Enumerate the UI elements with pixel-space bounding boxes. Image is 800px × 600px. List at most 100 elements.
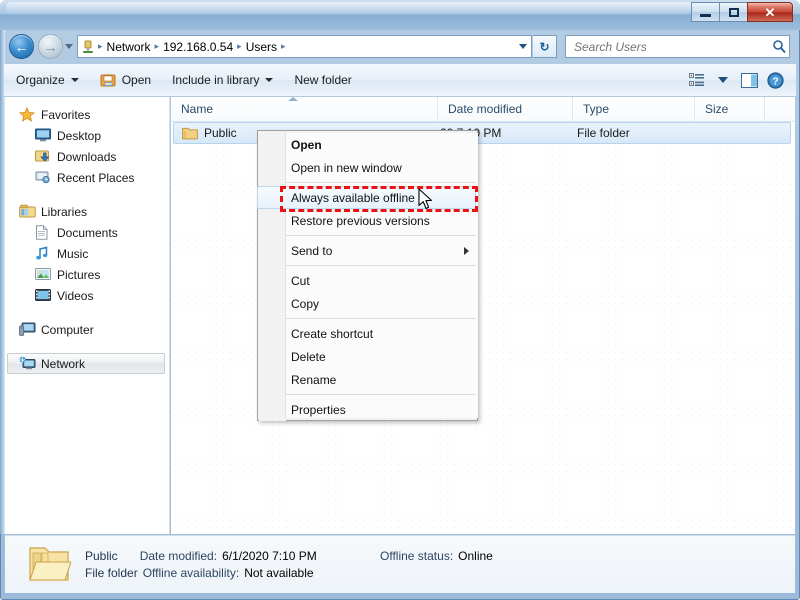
title-gloss	[6, 2, 794, 14]
preview-pane-icon[interactable]	[736, 69, 762, 91]
status-bar: Public Date modified: 6/1/2020 7:10 PM F…	[5, 535, 795, 593]
sidebar-item-recent-places[interactable]: Recent Places	[5, 167, 169, 188]
sidebar-group-libraries[interactable]: Libraries	[5, 201, 169, 222]
downloads-icon	[35, 149, 52, 165]
refresh-button[interactable]: ↻	[533, 35, 557, 58]
menu-item-copy[interactable]: Copy	[286, 292, 478, 315]
context-menu[interactable]: Open Open in new window Always available…	[257, 130, 478, 421]
sidebar-item-desktop[interactable]: Desktop	[5, 125, 169, 146]
view-layout-icon[interactable]	[684, 69, 710, 91]
music-note-icon	[35, 246, 52, 262]
arrow-cursor	[418, 188, 436, 215]
sidebar-item-network[interactable]: Network	[7, 353, 165, 374]
sidebar-group-favorites[interactable]: Favorites	[5, 104, 169, 125]
sidebar-label: Network	[41, 356, 86, 371]
maximize-button[interactable]	[719, 2, 748, 22]
menu-item-delete[interactable]: Delete	[286, 345, 478, 368]
folder-icon-large	[27, 544, 72, 584]
back-button[interactable]: ←	[9, 34, 34, 59]
column-label: Name	[181, 102, 214, 116]
libraries-icon	[19, 204, 36, 220]
breadcrumb[interactable]: ▸ Network ▸ 192.168.0.54 ▸ Users ▸	[97, 40, 514, 54]
sidebar-label: Music	[57, 246, 89, 261]
menu-separator	[286, 235, 476, 236]
breadcrumb-item-users[interactable]: Users	[243, 40, 280, 54]
column-label: Date modified	[448, 102, 523, 116]
minimize-button[interactable]	[691, 2, 720, 22]
menu-item-restore-previous-versions[interactable]: Restore previous versions	[286, 209, 478, 232]
column-header-name[interactable]: Name	[171, 97, 438, 121]
maximize-icon	[728, 7, 739, 17]
command-toolbar: Organize Open Include in library New fol…	[4, 64, 796, 97]
menu-item-properties[interactable]: Properties	[286, 398, 478, 421]
column-header-size[interactable]: Size	[695, 97, 765, 121]
menu-item-label: Delete	[291, 349, 326, 364]
include-in-library-label: Include in library	[172, 73, 260, 87]
back-arrow-icon: ←	[14, 38, 29, 55]
status-file-kind: File folder	[85, 565, 138, 580]
breadcrumb-item-host[interactable]: 192.168.0.54	[160, 40, 236, 54]
open-button[interactable]: Open	[91, 68, 160, 92]
sidebar-item-pictures[interactable]: Pictures	[5, 264, 169, 285]
toolbar-right-group: ?	[684, 69, 796, 91]
sidebar-label: Computer	[41, 322, 94, 337]
context-menu-body: Open Open in new window Always available…	[257, 133, 478, 421]
title-bar: ✕	[0, 0, 800, 30]
column-label: Type	[583, 102, 610, 116]
desktop-icon	[35, 128, 52, 144]
navigation-pane[interactable]: Favorites Desktop Downloads Recent Place…	[5, 97, 170, 534]
sidebar-item-downloads[interactable]: Downloads	[5, 146, 169, 167]
folder-icon	[182, 126, 198, 140]
computer-icon	[19, 322, 36, 338]
address-dropdown-button[interactable]	[514, 36, 531, 57]
search-icon	[769, 37, 789, 57]
menu-item-label: Open	[291, 137, 322, 152]
recent-pages-caret-icon[interactable]	[65, 44, 73, 49]
status-file-name: Public	[85, 548, 118, 563]
column-header-date-modified[interactable]: Date modified	[438, 97, 573, 121]
open-label: Open	[121, 73, 152, 87]
sidebar-label: Downloads	[57, 149, 117, 164]
search-input[interactable]	[572, 36, 769, 57]
organize-button[interactable]: Organize	[7, 68, 88, 92]
menu-item-open-in-new-window[interactable]: Open in new window	[286, 156, 478, 179]
chevron-down-icon	[518, 44, 527, 49]
menu-item-label: Cut	[291, 273, 310, 288]
menu-item-label: Create shortcut	[291, 326, 374, 341]
include-in-library-button[interactable]: Include in library	[163, 68, 282, 92]
sidebar-item-documents[interactable]: Documents	[5, 222, 169, 243]
forward-arrow-icon: →	[43, 38, 58, 55]
help-icon[interactable]: ?	[762, 69, 788, 91]
menu-item-cut[interactable]: Cut	[286, 269, 478, 292]
status-offline-status-label: Offline status:	[380, 548, 454, 563]
close-button[interactable]: ✕	[747, 2, 793, 22]
menu-item-always-available-offline[interactable]: Always available offline	[257, 186, 478, 209]
video-icon	[35, 288, 52, 304]
sidebar-item-computer[interactable]: Computer	[5, 319, 169, 340]
chevron-down-icon	[265, 78, 274, 82]
menu-item-label: Open in new window	[291, 160, 402, 175]
menu-item-rename[interactable]: Rename	[286, 368, 478, 391]
menu-item-send-to[interactable]: Send to	[286, 239, 478, 262]
change-view-caret[interactable]	[710, 69, 736, 91]
menu-item-label: Always available offline	[291, 190, 415, 205]
search-box[interactable]	[565, 35, 790, 58]
breadcrumb-item-network[interactable]: Network	[104, 40, 154, 54]
context-menu-gutter	[259, 132, 286, 421]
address-bar[interactable]: ▸ Network ▸ 192.168.0.54 ▸ Users ▸	[77, 35, 532, 58]
sidebar-item-videos[interactable]: Videos	[5, 285, 169, 306]
new-folder-button[interactable]: New folder	[285, 68, 360, 92]
recent-places-icon	[35, 170, 52, 186]
sidebar-item-music[interactable]: Music	[5, 243, 169, 264]
menu-item-label: Send to	[291, 243, 333, 258]
forward-button[interactable]: →	[38, 34, 63, 59]
column-header-spacer	[765, 97, 795, 121]
close-icon: ✕	[764, 4, 776, 20]
column-header-type[interactable]: Type	[573, 97, 695, 121]
menu-item-create-shortcut[interactable]: Create shortcut	[286, 322, 478, 345]
status-offline-status-group: Offline status: Online	[380, 547, 493, 564]
menu-item-label: Properties	[291, 402, 346, 417]
menu-item-open[interactable]: Open	[286, 133, 478, 156]
